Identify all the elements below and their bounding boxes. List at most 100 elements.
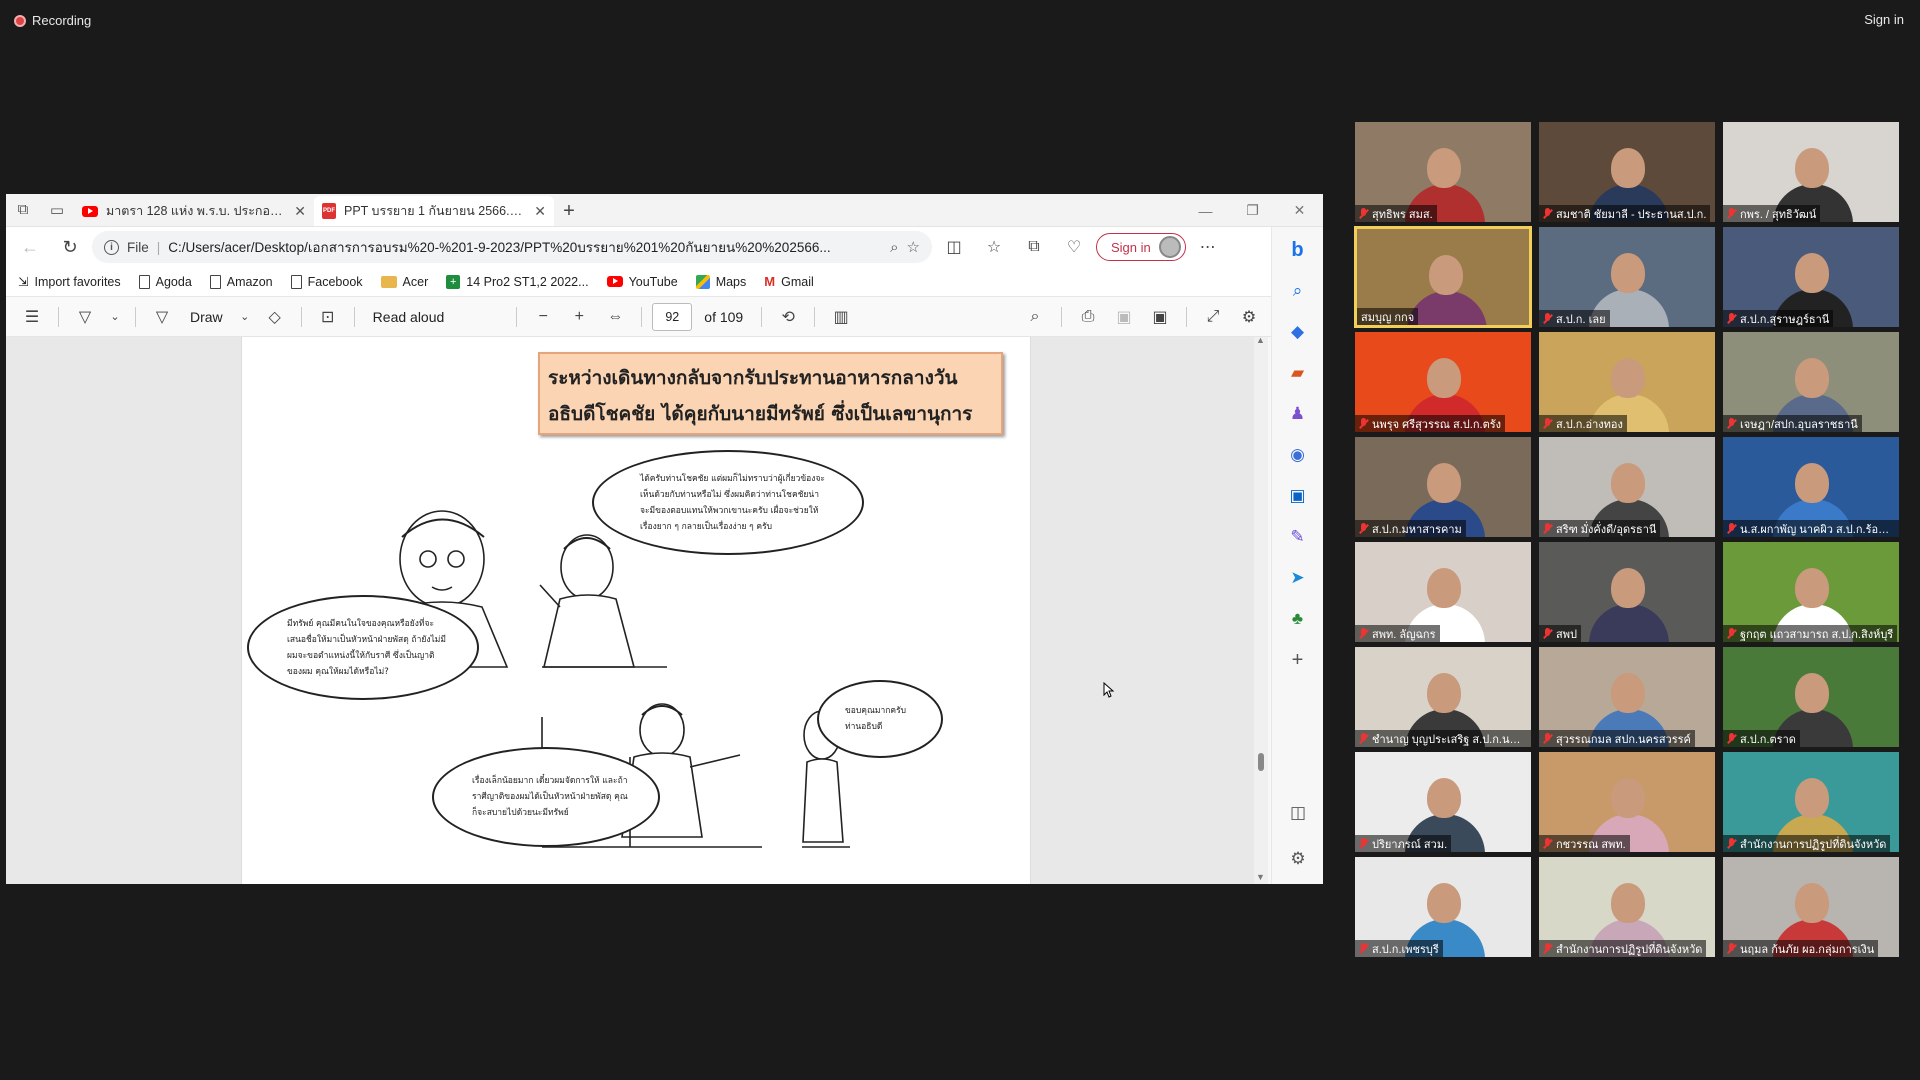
tab-pdf[interactable]: PDF PPT บรรยาย 1 กันยายน 2566.pdf ✕: [314, 196, 554, 226]
vertical-scrollbar[interactable]: ▲ ▼: [1254, 337, 1268, 884]
chevron-down-icon[interactable]: ⌄: [235, 302, 255, 332]
participant-tile[interactable]: น.ส.ผกาพัญ นาคผิว ส.ป.ก.ร้อยเอ็ด: [1722, 436, 1900, 538]
participant-tile[interactable]: สพป: [1538, 541, 1716, 643]
participant-tile[interactable]: สุวรรณกมล สปก.นครสวรรค์: [1538, 646, 1716, 748]
print-icon[interactable]: ⎙: [1072, 302, 1104, 332]
participant-tile[interactable]: นพรุจ ศรีสุวรรณ ส.ป.ก.ตรัง: [1354, 331, 1532, 433]
participant-tile[interactable]: สำนักงานการปฏิรูปที่ดินจังหวัด: [1722, 751, 1900, 853]
tree-icon[interactable]: ♣: [1281, 602, 1315, 636]
participant-tile[interactable]: สุทธิพร สมส.: [1354, 121, 1532, 223]
divider: [516, 306, 518, 327]
participant-tile[interactable]: ส.ป.ก.มหาสารคาม: [1354, 436, 1532, 538]
participant-tile[interactable]: ส.ป.ก.ตราด: [1722, 646, 1900, 748]
favorite-label: Import favorites: [34, 274, 121, 289]
read-aloud-button[interactable]: Read aloud: [365, 309, 453, 325]
games-icon[interactable]: ♟: [1281, 397, 1315, 431]
shopping-tag-icon[interactable]: ◆: [1281, 315, 1315, 349]
page-number-input[interactable]: 92: [652, 302, 693, 331]
designer-icon[interactable]: ✎: [1281, 520, 1315, 554]
bing-chat-icon[interactable]: b: [1281, 233, 1315, 267]
participant-tile[interactable]: สมบุญ กกจ: [1354, 226, 1532, 328]
close-tab-icon[interactable]: ✕: [294, 203, 306, 220]
bubble-text: ขอบคุณมากครับท่านอธิบดี: [845, 706, 907, 732]
sidebar-settings-icon[interactable]: ⚙: [1281, 842, 1315, 876]
microsoft365-icon[interactable]: ◉: [1281, 438, 1315, 472]
outlook-icon[interactable]: ▣: [1281, 479, 1315, 513]
split-screen-icon[interactable]: ◫: [936, 231, 972, 263]
search-icon[interactable]: ⌕: [1019, 302, 1051, 332]
participant-tile[interactable]: ชำนาญ บุญประเสริฐ ส.ป.ก.นครปฐม: [1354, 646, 1532, 748]
page-icon: [290, 274, 302, 289]
participant-tile[interactable]: ปริยาภรณ์ สวม.: [1354, 751, 1532, 853]
chevron-down-icon[interactable]: ⌄: [105, 302, 125, 332]
tab-actions-icon[interactable]: ▭: [40, 194, 74, 226]
hide-sidebar-icon[interactable]: ◫: [1281, 796, 1315, 830]
new-tab-button[interactable]: +: [554, 196, 584, 226]
search-icon[interactable]: ⌕: [1281, 274, 1315, 308]
favorite-agoda[interactable]: Agoda: [138, 274, 192, 289]
participant-tile[interactable]: ส.ป.ก.สุราษฎร์ธานี: [1722, 226, 1900, 328]
participant-tile[interactable]: สำนักงานการปฏิรูปที่ดินจังหวัด: [1538, 856, 1716, 958]
save-as-icon[interactable]: ▣: [1144, 302, 1176, 332]
participant-tile[interactable]: ส.ป.ก.อ่างทอง: [1538, 331, 1716, 433]
tools-icon[interactable]: ▰: [1281, 356, 1315, 390]
favorite-gmail[interactable]: M Gmail: [764, 274, 814, 289]
participant-tile[interactable]: ฐกฤต แถวสามารถ ส.ป.ก.สิงห์บุรี: [1722, 541, 1900, 643]
add-icon[interactable]: +: [1281, 643, 1315, 677]
zoom-out-icon[interactable]: −: [527, 302, 559, 332]
zoom-in-icon[interactable]: +: [563, 302, 595, 332]
favorite-sheet[interactable]: +14 Pro2 ST1,2 2022...: [446, 274, 589, 289]
scroll-thumb[interactable]: [1258, 753, 1264, 771]
workspaces-icon[interactable]: ⧉: [6, 194, 40, 226]
draw-icon[interactable]: ▽: [146, 302, 178, 332]
close-window-icon[interactable]: ✕: [1276, 194, 1323, 227]
zoom-icon[interactable]: ⌕: [890, 239, 898, 256]
restore-icon[interactable]: ❐: [1229, 194, 1276, 227]
more-icon[interactable]: ⋯: [1190, 231, 1226, 263]
refresh-button[interactable]: ↻: [52, 231, 88, 263]
participant-tile[interactable]: เจษฎา/สปก.อุบลราชธานี: [1722, 331, 1900, 433]
eraser-icon[interactable]: ◇: [259, 302, 291, 332]
browser-essentials-icon[interactable]: ♡: [1056, 231, 1092, 263]
sign-in-button[interactable]: Sign in: [1096, 233, 1186, 261]
top-sign-in-link[interactable]: Sign in: [1864, 12, 1904, 27]
fit-width-icon[interactable]: ⇔: [599, 302, 631, 332]
scroll-down-icon[interactable]: ▼: [1256, 872, 1265, 882]
participant-tile[interactable]: สพท. ลัญฉกร: [1354, 541, 1532, 643]
page-view-icon[interactable]: ▥: [825, 302, 857, 332]
participant-tile[interactable]: สริฑ มั่งคั่งดี/อุดรธานี: [1538, 436, 1716, 538]
highlight-icon[interactable]: ▽: [69, 302, 101, 332]
info-icon[interactable]: i: [104, 239, 119, 255]
url-text[interactable]: C:/Users/acer/Desktop/เอกสารการอบรม%20-%…: [168, 236, 882, 258]
fullscreen-icon[interactable]: ⤢: [1197, 302, 1229, 332]
address-bar[interactable]: i File | C:/Users/acer/Desktop/เอกสารการ…: [92, 231, 932, 263]
participant-tile[interactable]: กชวรรณ สพท.: [1538, 751, 1716, 853]
back-button[interactable]: ←: [12, 231, 48, 263]
favorite-star-icon[interactable]: ☆: [907, 238, 920, 256]
close-tab-icon[interactable]: ✕: [534, 203, 546, 220]
scroll-up-icon[interactable]: ▲: [1256, 337, 1265, 345]
rotate-icon[interactable]: ⟲: [772, 302, 804, 332]
collections-icon[interactable]: ⧉: [1016, 231, 1052, 263]
favorite-acer[interactable]: Acer: [380, 275, 428, 289]
save-icon[interactable]: ▣: [1108, 302, 1140, 332]
participant-tile[interactable]: ส.ป.ก.เพชรบุรี: [1354, 856, 1532, 958]
favorite-youtube[interactable]: YouTube: [606, 275, 678, 289]
contents-icon[interactable]: ☰: [16, 302, 48, 332]
favorite-facebook[interactable]: Facebook: [290, 274, 363, 289]
favorite-amazon[interactable]: Amazon: [209, 274, 273, 289]
send-icon[interactable]: ➤: [1281, 561, 1315, 595]
participant-tile[interactable]: ส.ป.ก. เลย: [1538, 226, 1716, 328]
text-icon[interactable]: ⊡: [312, 302, 344, 332]
draw-button[interactable]: Draw: [182, 309, 231, 325]
favorites-icon[interactable]: ☆: [976, 231, 1012, 263]
tab-youtube[interactable]: มาตรา 128 แห่ง พ.ร.บ. ประกอบรัฐธรรมนูญ ✕: [74, 196, 314, 226]
favorite-import[interactable]: ⇲ Import favorites: [18, 274, 121, 290]
participant-tile[interactable]: นฤมล ก้นภัย ผอ.กลุ่มการเงิน: [1722, 856, 1900, 958]
participant-tile[interactable]: กพร. / สุทธิวัฒน์: [1722, 121, 1900, 223]
favorite-maps[interactable]: Maps: [695, 274, 746, 289]
participant-tile[interactable]: สมชาติ ชัยมาลี - ประธานส.ป.ก.: [1538, 121, 1716, 223]
settings-gear-icon[interactable]: ⚙: [1233, 302, 1265, 332]
minimize-icon[interactable]: —: [1182, 194, 1229, 227]
pdf-viewer[interactable]: ระหว่างเดินทางกลับจากรับประทานอาหารกลางว…: [6, 337, 1268, 884]
